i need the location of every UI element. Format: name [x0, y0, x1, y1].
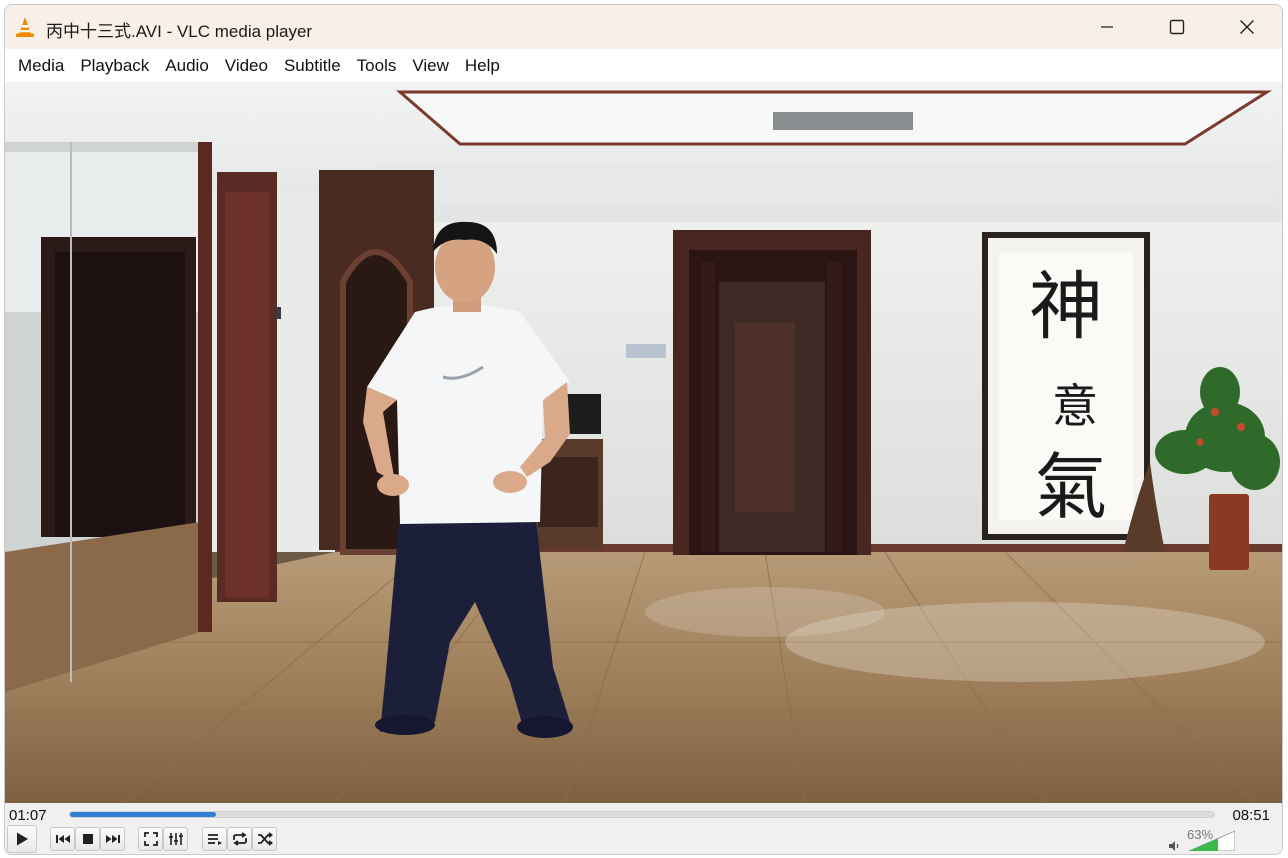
next-icon — [105, 833, 121, 845]
next-button[interactable] — [100, 827, 125, 851]
volume-fill — [1189, 838, 1218, 851]
playlist-icon — [207, 832, 223, 846]
play-icon — [14, 831, 30, 847]
menu-bar: Media Playback Audio Video Subtitle Tool… — [5, 49, 1282, 82]
minimize-button[interactable] — [1072, 5, 1142, 49]
stop-button[interactable] — [75, 827, 100, 851]
menu-playback[interactable]: Playback — [72, 49, 157, 82]
menu-subtitle[interactable]: Subtitle — [276, 49, 349, 82]
maximize-button[interactable] — [1142, 5, 1212, 49]
vlc-cone-icon — [15, 16, 35, 38]
menu-media[interactable]: Media — [10, 49, 72, 82]
controls-bar: 01:07 08:51 63% — [5, 803, 1282, 854]
loop-button[interactable] — [227, 827, 252, 851]
vlc-window: 丙中十三式.AVI - VLC media player Media Playb… — [4, 4, 1283, 855]
menu-tools[interactable]: Tools — [349, 49, 405, 82]
menu-help[interactable]: Help — [457, 49, 508, 82]
shuffle-icon — [257, 832, 273, 846]
calligraphy-char-2: 意 — [1052, 379, 1098, 433]
calligraphy-char-3: 氣 — [1035, 445, 1107, 529]
playlist-button[interactable] — [202, 827, 227, 851]
elapsed-time: 01:07 — [9, 807, 47, 824]
close-icon — [1239, 19, 1255, 35]
menu-view[interactable]: View — [404, 49, 457, 82]
stop-icon — [82, 833, 94, 845]
loop-icon — [232, 832, 248, 846]
extended-settings-button[interactable] — [163, 827, 188, 851]
previous-icon — [55, 833, 71, 845]
maximize-icon — [1169, 19, 1185, 35]
title-bar[interactable]: 丙中十三式.AVI - VLC media player — [5, 5, 1282, 49]
seek-slider[interactable] — [69, 811, 1215, 818]
video-display[interactable]: 神 意 氣 — [5, 82, 1282, 803]
fullscreen-icon — [143, 832, 158, 846]
previous-button[interactable] — [50, 827, 75, 851]
minimize-icon — [1100, 20, 1114, 34]
fullscreen-button[interactable] — [138, 827, 163, 851]
play-button[interactable] — [7, 825, 37, 853]
seek-progress — [70, 812, 217, 817]
window-title: 丙中十三式.AVI - VLC media player — [46, 22, 313, 41]
video-frame-image: 神 意 氣 — [5, 82, 1282, 803]
close-button[interactable] — [1212, 5, 1282, 49]
menu-audio[interactable]: Audio — [157, 49, 216, 82]
menu-video[interactable]: Video — [217, 49, 276, 82]
speaker-icon[interactable] — [1168, 839, 1180, 854]
shuffle-button[interactable] — [252, 827, 277, 851]
calligraphy-char-1: 神 — [1029, 264, 1103, 350]
extended-settings-icon — [168, 832, 184, 846]
total-time: 08:51 — [1232, 807, 1270, 824]
volume-slider[interactable] — [1189, 827, 1235, 851]
